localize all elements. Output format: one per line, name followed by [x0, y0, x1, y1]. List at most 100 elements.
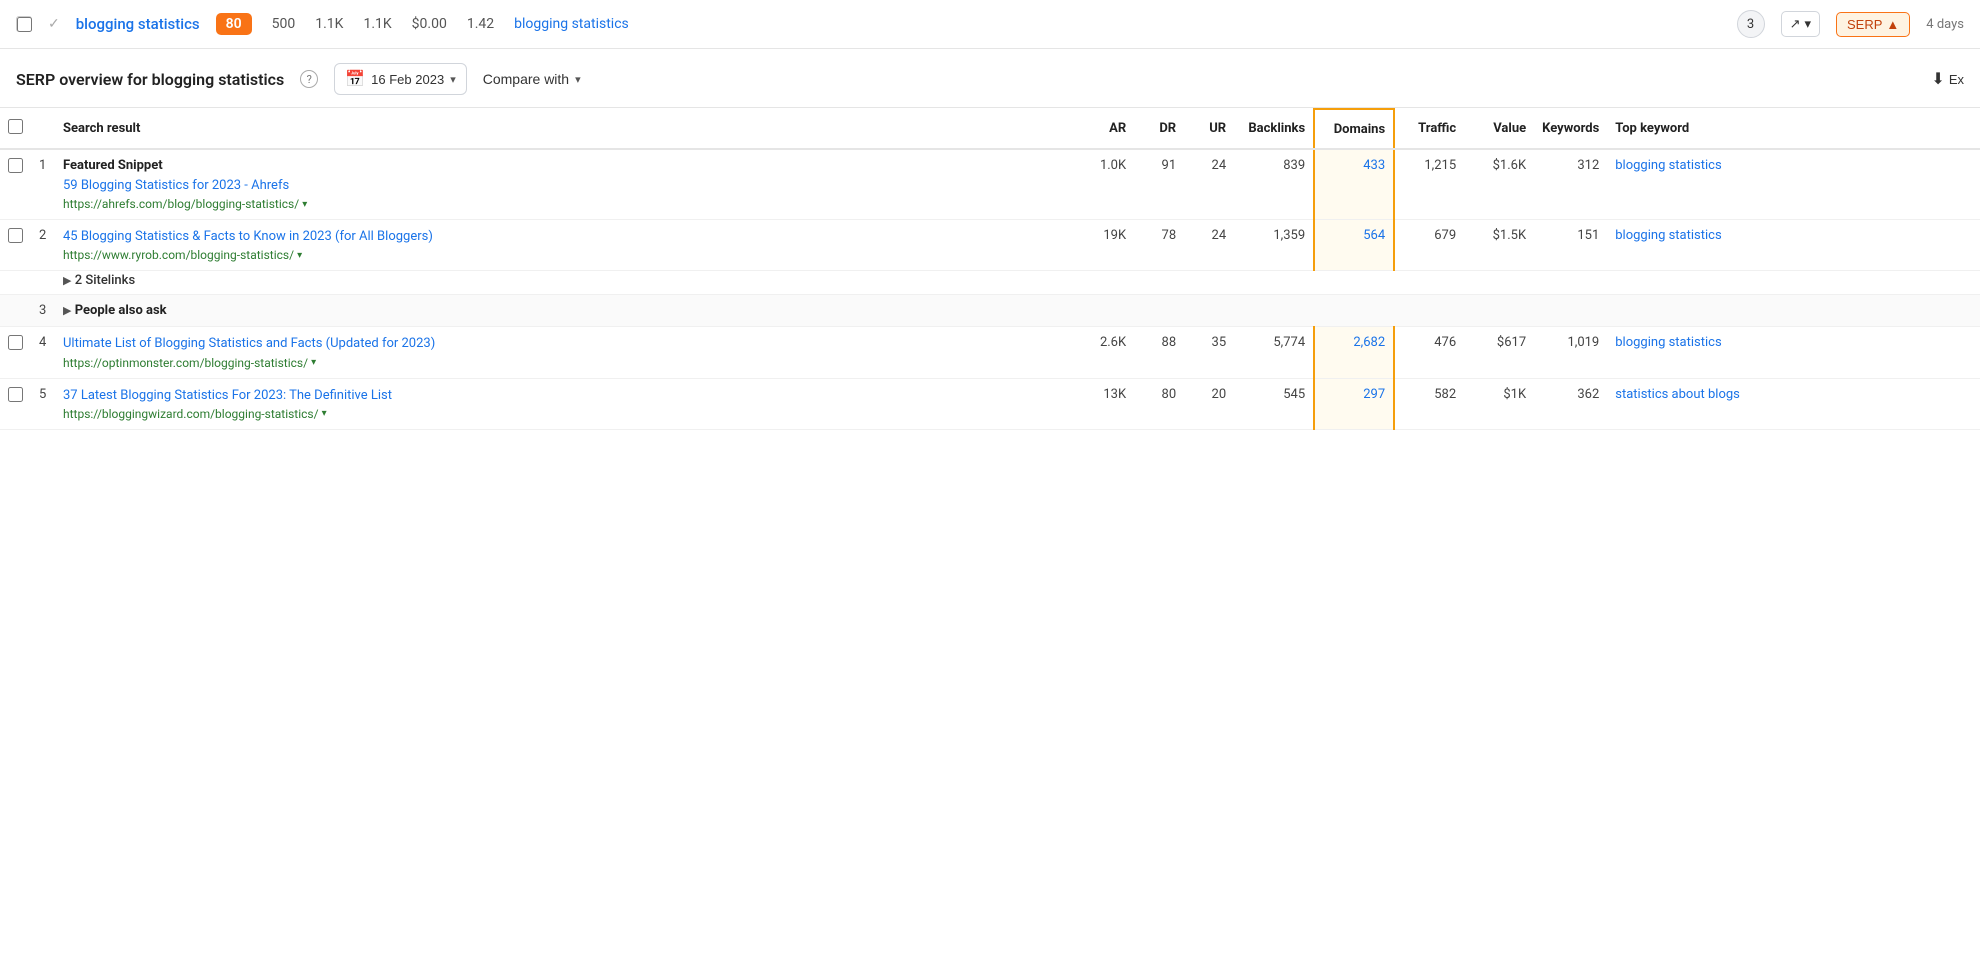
- table-row: 5 37 Latest Blogging Statistics For 2023…: [0, 378, 1980, 429]
- keywords-value[interactable]: 362: [1534, 378, 1607, 429]
- backlinks-value[interactable]: 1,359: [1234, 220, 1314, 271]
- serp-overview-title: SERP overview for blogging statistics: [16, 70, 284, 89]
- sitelinks-label: 2 Sitelinks: [75, 273, 135, 288]
- row-checkbox-cell[interactable]: [0, 327, 31, 378]
- ur-value: 24: [1184, 220, 1234, 271]
- row-select-checkbox[interactable]: [8, 387, 23, 402]
- select-all-checkbox[interactable]: [8, 119, 23, 134]
- row-select-checkbox[interactable]: [8, 158, 23, 173]
- th-traffic: Traffic: [1394, 109, 1464, 149]
- paa-cell: ▶ People also ask: [55, 295, 1980, 327]
- row-number: 2: [31, 220, 55, 271]
- th-value: Value: [1464, 109, 1534, 149]
- table-row: 4 Ultimate List of Blogging Statistics a…: [0, 327, 1980, 378]
- ar-value: 2.6K: [1084, 327, 1134, 378]
- count-badge: 3: [1737, 10, 1765, 38]
- stat-cpc: $0.00: [412, 16, 447, 32]
- ar-value: 19K: [1084, 220, 1134, 271]
- result-title-link[interactable]: 59 Blogging Statistics for 2023 - Ahrefs: [63, 178, 289, 193]
- result-title-link[interactable]: Ultimate List of Blogging Statistics and…: [63, 336, 435, 351]
- result-title-link[interactable]: 37 Latest Blogging Statistics For 2023: …: [63, 388, 392, 403]
- result-cell: Featured Snippet 59 Blogging Statistics …: [55, 149, 1084, 220]
- row-select-checkbox[interactable]: [8, 335, 23, 350]
- value-value: $617: [1464, 327, 1534, 378]
- top-keyword-value: blogging statistics: [1607, 220, 1980, 271]
- top-keyword-value: statistics about blogs: [1607, 378, 1980, 429]
- keyword-link2[interactable]: blogging statistics: [514, 16, 629, 32]
- result-title-link[interactable]: 45 Blogging Statistics & Facts to Know i…: [63, 229, 433, 244]
- date-selector[interactable]: 📅 16 Feb 2023 ▾: [334, 63, 466, 95]
- stat-volume: 500: [272, 16, 296, 32]
- keyword-link[interactable]: blogging statistics: [76, 15, 200, 33]
- row-number: 1: [31, 149, 55, 220]
- paa-num: 3: [31, 295, 55, 327]
- ur-value: 35: [1184, 327, 1234, 378]
- backlinks-value[interactable]: 839: [1234, 149, 1314, 220]
- keywords-value[interactable]: 312: [1534, 149, 1607, 220]
- serp-button-label: SERP: [1847, 17, 1882, 32]
- keywords-value[interactable]: 1,019: [1534, 327, 1607, 378]
- days-label: 4 days: [1926, 17, 1964, 32]
- stat-cps: 1.42: [467, 16, 494, 32]
- url-dropdown-icon[interactable]: ▾: [297, 250, 302, 261]
- domains-value: 2,682: [1314, 327, 1394, 378]
- domains-value: 433: [1314, 149, 1394, 220]
- keywords-value[interactable]: 151: [1534, 220, 1607, 271]
- ur-value: 20: [1184, 378, 1234, 429]
- row-checkbox-cell[interactable]: [0, 378, 31, 429]
- result-url-link[interactable]: https://www.ryrob.com/blogging-statistic…: [63, 248, 294, 262]
- serp-button[interactable]: SERP ▲: [1836, 12, 1910, 37]
- ar-value: 1.0K: [1084, 149, 1134, 220]
- compare-label: Compare with: [483, 71, 569, 87]
- chevron-down-icon: ▾: [450, 73, 456, 86]
- row-select-checkbox[interactable]: [8, 228, 23, 243]
- stat-traffic1: 1.1K: [315, 16, 343, 32]
- backlinks-value[interactable]: 545: [1234, 378, 1314, 429]
- th-search-result: Search result: [55, 109, 1084, 149]
- help-icon[interactable]: ?: [300, 70, 318, 88]
- sitelinks-num-cell: [31, 271, 55, 295]
- sitelinks-expand-icon[interactable]: ▶: [63, 274, 71, 287]
- date-label: 16 Feb 2023: [371, 72, 444, 87]
- result-cell: 37 Latest Blogging Statistics For 2023: …: [55, 378, 1084, 429]
- th-top-keyword: Top keyword: [1607, 109, 1980, 149]
- domains-value: 297: [1314, 378, 1394, 429]
- table-row: 1 Featured Snippet 59 Blogging Statistic…: [0, 149, 1980, 220]
- difficulty-score: 80: [216, 13, 252, 35]
- row-number: 4: [31, 327, 55, 378]
- row-checkbox-cell[interactable]: [0, 220, 31, 271]
- row-checkbox[interactable]: [16, 16, 32, 32]
- th-keywords: Keywords: [1534, 109, 1607, 149]
- table-row: 2 45 Blogging Statistics & Facts to Know…: [0, 220, 1980, 271]
- value-value: $1.6K: [1464, 149, 1534, 220]
- paa-label: People also ask: [75, 303, 167, 318]
- compare-with-button[interactable]: Compare with ▾: [483, 71, 581, 87]
- backlinks-value[interactable]: 5,774: [1234, 327, 1314, 378]
- ar-value: 13K: [1084, 378, 1134, 429]
- traffic-value: 476: [1394, 327, 1464, 378]
- row-checkbox-cell[interactable]: [0, 149, 31, 220]
- th-domains: Domains: [1314, 109, 1394, 149]
- url-dropdown-icon[interactable]: ▾: [302, 199, 307, 210]
- result-cell: 45 Blogging Statistics & Facts to Know i…: [55, 220, 1084, 271]
- dr-value: 88: [1134, 327, 1184, 378]
- value-value: $1K: [1464, 378, 1534, 429]
- traffic-value: 582: [1394, 378, 1464, 429]
- top-bar: ✓ blogging statistics 80 500 1.1K 1.1K $…: [0, 0, 1980, 49]
- url-dropdown-icon[interactable]: ▾: [311, 357, 316, 368]
- result-url-link[interactable]: https://optinmonster.com/blogging-statis…: [63, 356, 308, 370]
- url-dropdown-icon[interactable]: ▾: [322, 408, 327, 419]
- export-label: Ex: [1949, 72, 1964, 87]
- paa-checkbox-cell: [0, 295, 31, 327]
- paa-expand-icon[interactable]: ▶: [63, 304, 71, 317]
- people-also-ask-row: 3 ▶ People also ask: [0, 295, 1980, 327]
- result-url-link[interactable]: https://bloggingwizard.com/blogging-stat…: [63, 407, 319, 421]
- row-number: 5: [31, 378, 55, 429]
- dr-value: 91: [1134, 149, 1184, 220]
- top-keyword-value: blogging statistics: [1607, 149, 1980, 220]
- export-button[interactable]: ⬇ Ex: [1931, 69, 1964, 89]
- th-ur: UR: [1184, 109, 1234, 149]
- trend-button[interactable]: ↗ ▾: [1781, 11, 1820, 37]
- result-url-link[interactable]: https://ahrefs.com/blog/blogging-statist…: [63, 197, 299, 211]
- sitelinks-checkbox-cell: [0, 271, 31, 295]
